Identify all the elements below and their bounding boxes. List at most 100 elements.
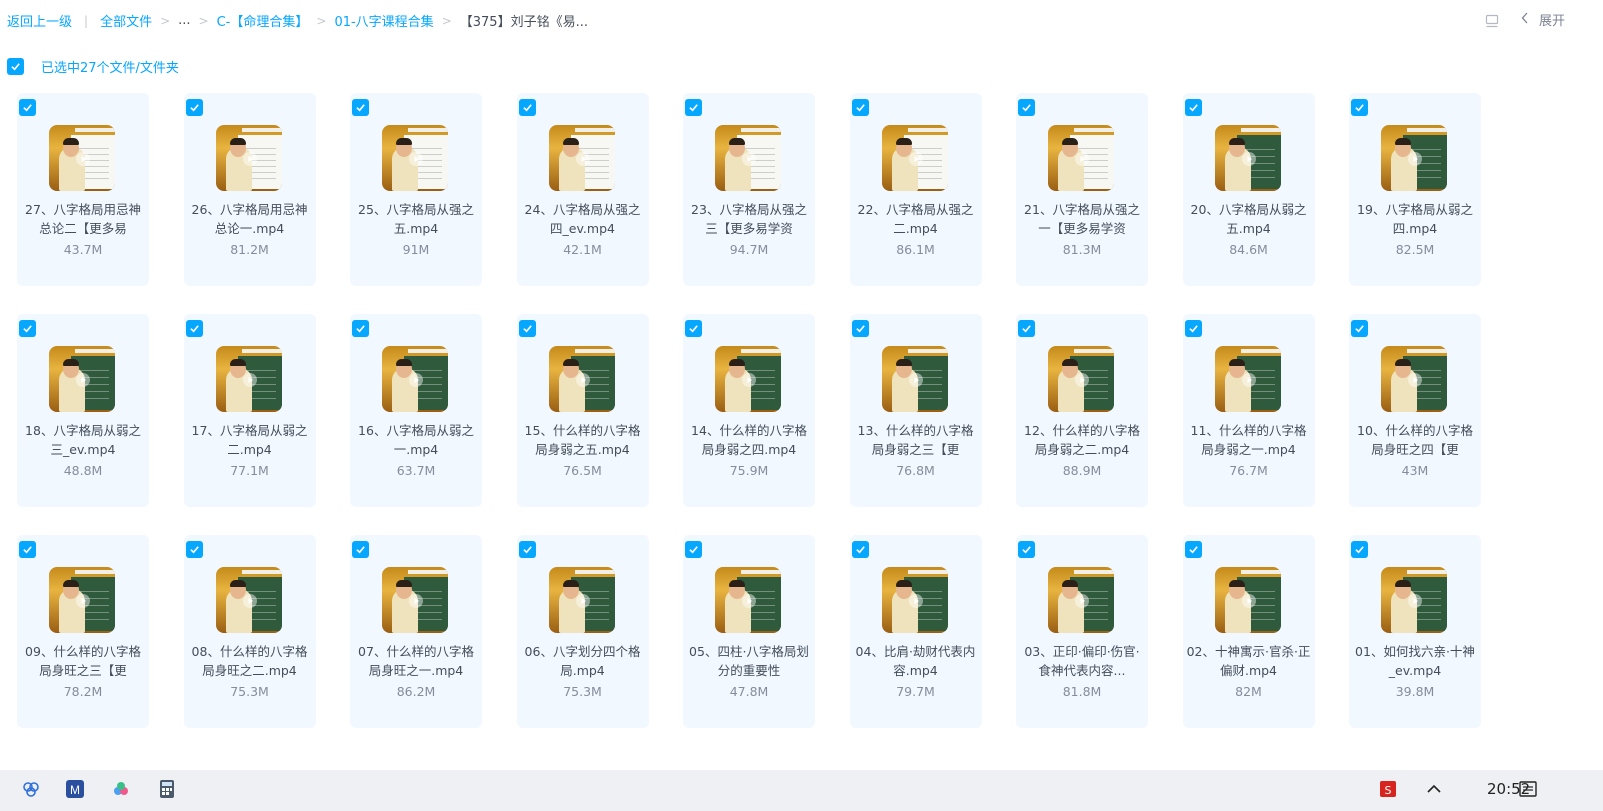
app-icon-1[interactable] [21, 779, 41, 799]
file-checkbox[interactable] [1351, 99, 1368, 116]
file-checkbox[interactable] [1184, 99, 1202, 116]
layout-icon[interactable] [1485, 13, 1499, 27]
app-icon-2[interactable]: M [65, 779, 85, 799]
video-thumbnail[interactable] [715, 346, 781, 412]
file-checkbox[interactable] [685, 541, 702, 558]
file-checkbox[interactable] [518, 99, 536, 116]
file-card[interactable]: 09、什么样的八字格局身旺之三【更 78.2M [17, 535, 149, 728]
expand-button[interactable]: 展开 [1521, 10, 1565, 29]
file-checkbox[interactable] [1018, 541, 1035, 558]
crumb-ellipsis[interactable]: ... [178, 13, 190, 28]
app-tray-icon[interactable]: S [1378, 779, 1398, 799]
file-checkbox[interactable] [1351, 541, 1368, 558]
file-checkbox[interactable] [185, 320, 203, 337]
video-thumbnail[interactable] [49, 125, 115, 191]
video-thumbnail[interactable] [1381, 346, 1447, 412]
file-card[interactable]: 11、什么样的八字格局身弱之一.mp4 76.7M [1182, 314, 1315, 507]
video-thumbnail[interactable] [1381, 125, 1447, 191]
chevron-up-icon[interactable] [1424, 779, 1444, 799]
video-thumbnail[interactable] [881, 567, 948, 633]
video-thumbnail[interactable] [49, 346, 115, 412]
video-thumbnail[interactable] [1048, 567, 1114, 633]
file-checkbox[interactable] [352, 99, 369, 116]
file-card[interactable]: 03、正印·偏印·伤官·食神代表内容... 81.8M [1016, 535, 1148, 728]
file-checkbox[interactable] [185, 541, 203, 558]
file-checkbox[interactable] [185, 99, 203, 116]
file-card[interactable]: 23、八字格局从强之三【更多易学资 94.7M [683, 93, 815, 286]
file-card[interactable]: 20、八字格局从弱之五.mp4 84.6M [1182, 93, 1315, 286]
file-size: 42.1M [563, 242, 602, 257]
crumb-c-folder[interactable]: C-【命理合集】 [217, 11, 309, 30]
file-checkbox[interactable] [685, 320, 702, 337]
video-thumbnail[interactable] [1381, 567, 1447, 633]
video-thumbnail[interactable] [1214, 346, 1281, 412]
video-thumbnail[interactable] [1214, 125, 1281, 191]
file-card[interactable]: 05、四柱·八字格局划分的重要性 47.8M [683, 535, 815, 728]
file-checkbox[interactable] [19, 99, 36, 116]
file-card[interactable]: 27、八字格局用忌神总论二【更多易 43.7M [17, 93, 149, 286]
video-thumbnail[interactable] [215, 346, 282, 412]
file-card[interactable]: 10、什么样的八字格局身旺之四【更 43M [1349, 314, 1481, 507]
file-checkbox[interactable] [851, 541, 869, 558]
file-checkbox[interactable] [1184, 320, 1202, 337]
file-card[interactable]: 21、八字格局从强之一【更多易学资 81.3M [1016, 93, 1148, 286]
file-card[interactable]: 04、比肩·劫财代表内容.mp4 79.7M [849, 535, 982, 728]
video-thumbnail[interactable] [548, 125, 615, 191]
file-checkbox[interactable] [1351, 320, 1368, 337]
file-card[interactable]: 01、如何找六亲·十神_ev.mp4 39.8M [1349, 535, 1481, 728]
file-checkbox[interactable] [19, 320, 36, 337]
file-checkbox[interactable] [518, 320, 536, 337]
play-icon [575, 593, 590, 608]
file-card[interactable]: 14、什么样的八字格局身弱之四.mp4 75.9M [683, 314, 815, 507]
file-card[interactable]: 25、八字格局从强之五.mp4 91M [350, 93, 482, 286]
file-card[interactable]: 13、什么样的八字格局身弱之三【更 76.8M [849, 314, 982, 507]
video-thumbnail[interactable] [382, 346, 448, 412]
app-icon-3[interactable] [111, 779, 131, 799]
file-card[interactable]: 19、八字格局从弱之四.mp4 82.5M [1349, 93, 1481, 286]
video-thumbnail[interactable] [1048, 125, 1114, 191]
video-thumbnail[interactable] [215, 567, 282, 633]
video-thumbnail[interactable] [215, 125, 282, 191]
file-card[interactable]: 06、八字划分四个格局.mp4 75.3M [516, 535, 649, 728]
file-card[interactable]: 02、十神寓示·官杀·正偏财.mp4 82M [1182, 535, 1315, 728]
file-card[interactable]: 26、八字格局用忌神总论一.mp4 81.2M [183, 93, 316, 286]
file-checkbox[interactable] [685, 99, 702, 116]
file-checkbox[interactable] [1018, 99, 1035, 116]
file-size: 81.8M [1062, 684, 1102, 699]
file-card[interactable]: 15、什么样的八字格局身弱之五.mp4 76.5M [516, 314, 649, 507]
play-icon [908, 593, 923, 608]
file-checkbox[interactable] [851, 99, 869, 116]
calculator-icon[interactable] [157, 779, 177, 799]
video-thumbnail[interactable] [548, 346, 615, 412]
file-card[interactable]: 12、什么样的八字格局身弱之二.mp4 88.9M [1016, 314, 1148, 507]
video-thumbnail[interactable] [881, 346, 948, 412]
file-checkbox[interactable] [352, 320, 369, 337]
file-checkbox[interactable] [1018, 320, 1035, 337]
video-thumbnail[interactable] [715, 125, 781, 191]
notification-icon[interactable] [1518, 779, 1538, 799]
video-thumbnail[interactable] [715, 567, 781, 633]
crumb-bazi-folder[interactable]: 01-八字课程合集 [334, 11, 433, 30]
file-card[interactable]: 22、八字格局从强之二.mp4 86.1M [849, 93, 982, 286]
video-thumbnail[interactable] [49, 567, 115, 633]
file-card[interactable]: 24、八字格局从强之四_ev.mp4 42.1M [516, 93, 649, 286]
file-card[interactable]: 17、八字格局从弱之二.mp4 77.1M [183, 314, 316, 507]
file-checkbox[interactable] [1184, 541, 1202, 558]
file-card[interactable]: 16、八字格局从弱之一.mp4 63.7M [350, 314, 482, 507]
video-thumbnail[interactable] [1214, 567, 1281, 633]
select-all-checkbox[interactable] [7, 58, 24, 75]
file-card[interactable]: 08、什么样的八字格局身旺之二.mp4 75.3M [183, 535, 316, 728]
video-thumbnail[interactable] [548, 567, 615, 633]
video-thumbnail[interactable] [881, 125, 948, 191]
file-card[interactable]: 18、八字格局从弱之三_ev.mp4 48.8M [17, 314, 149, 507]
back-link[interactable]: 返回上一级 [7, 11, 72, 30]
file-checkbox[interactable] [19, 541, 36, 558]
crumb-all-files[interactable]: 全部文件 [100, 11, 152, 30]
video-thumbnail[interactable] [1048, 346, 1114, 412]
video-thumbnail[interactable] [382, 567, 448, 633]
file-checkbox[interactable] [352, 541, 369, 558]
file-checkbox[interactable] [851, 320, 869, 337]
file-checkbox[interactable] [518, 541, 536, 558]
file-card[interactable]: 07、什么样的八字格局身旺之一.mp4 86.2M [350, 535, 482, 728]
video-thumbnail[interactable] [382, 125, 448, 191]
